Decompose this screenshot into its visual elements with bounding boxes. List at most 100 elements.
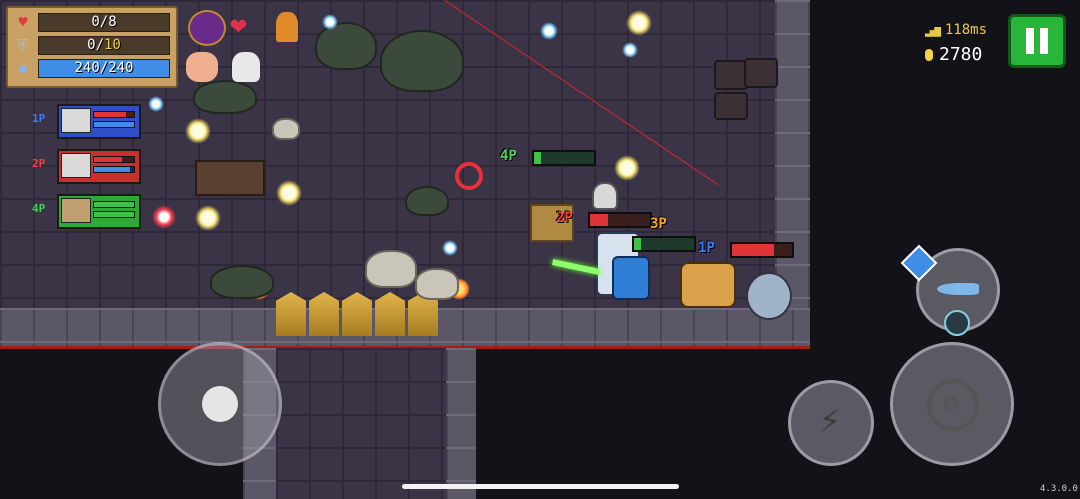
ice-companion bbox=[612, 256, 650, 300]
skull-pile bbox=[415, 268, 459, 300]
player-card bbox=[57, 149, 141, 184]
cat-pet bbox=[680, 262, 736, 308]
ice-bullet bbox=[622, 42, 638, 58]
hp-bar: 0/8 bbox=[38, 13, 170, 32]
ice-bullet bbox=[322, 14, 338, 30]
player-card bbox=[57, 104, 141, 139]
helmet-buff-icon bbox=[276, 12, 298, 42]
movement-joystick[interactable] bbox=[158, 342, 282, 466]
world-hp-1p-fill bbox=[732, 244, 774, 256]
pause-icon bbox=[1026, 28, 1034, 54]
ice-bullet bbox=[148, 96, 164, 112]
world-hp-3p bbox=[632, 236, 696, 252]
red-bullet bbox=[152, 205, 176, 229]
armor-bar: 0/10 bbox=[38, 36, 170, 55]
armor-row: ⛨ 0/10 bbox=[14, 36, 170, 55]
player-tag: 1P bbox=[32, 112, 46, 125]
ping-text: 118ms bbox=[944, 22, 988, 38]
player-hp-bar bbox=[93, 201, 135, 208]
skill-button[interactable]: ⚡ bbox=[788, 380, 874, 466]
hp-text: 0/8 bbox=[91, 14, 117, 30]
version-label: 4.3.0.0 bbox=[1040, 484, 1078, 494]
energy-bullet bbox=[276, 180, 302, 206]
world-hp-4p-fill bbox=[534, 152, 542, 164]
player-energy-bar bbox=[93, 166, 135, 173]
player-portrait bbox=[61, 108, 91, 133]
dead-bush bbox=[315, 22, 377, 70]
dead-bush bbox=[405, 186, 449, 216]
player-energy-bar bbox=[93, 121, 135, 128]
player-hp-fill bbox=[94, 202, 134, 207]
player-hp-fill bbox=[94, 112, 126, 117]
enemy-goblin bbox=[714, 60, 748, 90]
player-1p-character bbox=[746, 272, 792, 320]
player-hp-bar bbox=[93, 111, 135, 118]
secondary-weapon-icon[interactable] bbox=[944, 310, 970, 336]
enemy-goblin bbox=[744, 58, 778, 88]
world-label-1p: 1P bbox=[698, 240, 715, 256]
target-reticle bbox=[455, 162, 483, 190]
buffs: ❤ bbox=[180, 6, 300, 86]
player-tag: 2P bbox=[32, 157, 46, 170]
heart-icon: ♥ bbox=[18, 13, 28, 31]
player-hp-bar bbox=[93, 156, 135, 163]
coin-count: 2780 bbox=[939, 44, 983, 65]
energy-crystal-icon: ◆ bbox=[18, 59, 28, 77]
spike bbox=[375, 292, 405, 336]
spirit-buff-icon bbox=[232, 52, 260, 82]
fish-weapon-icon bbox=[937, 283, 979, 295]
armor-max: 10 bbox=[104, 37, 121, 53]
player-tag: 4P bbox=[32, 202, 46, 215]
player-hp-fill bbox=[94, 157, 122, 162]
home-indicator[interactable] bbox=[402, 484, 679, 489]
dead-bush bbox=[210, 265, 274, 299]
energy-bullet bbox=[626, 10, 652, 36]
skull-pile bbox=[365, 250, 417, 288]
crosshair-dot bbox=[944, 396, 958, 410]
energy-bullet bbox=[195, 205, 221, 231]
energy-bullet bbox=[614, 155, 640, 181]
world-hp-1p bbox=[730, 242, 794, 258]
player-energy-fill bbox=[94, 212, 134, 217]
energy-row: ◆ 240/240 bbox=[14, 59, 170, 78]
energy-bar: 240/240 bbox=[38, 59, 170, 78]
world-hp-4p bbox=[532, 150, 596, 166]
spike bbox=[342, 292, 372, 336]
ice-bullet bbox=[540, 22, 558, 40]
energy-text: 240/240 bbox=[74, 60, 134, 76]
skull-pile bbox=[272, 118, 300, 140]
player-list: 1P 2P 4P bbox=[0, 104, 150, 234]
lightning-icon: ⚡ bbox=[819, 400, 841, 441]
armor-current: 0 bbox=[87, 37, 96, 53]
muscle-buff-icon bbox=[186, 52, 218, 82]
player-energy-fill bbox=[94, 122, 134, 127]
pause-icon-bar bbox=[1040, 28, 1048, 54]
energy-bullet bbox=[185, 118, 211, 144]
world-label-3p: 3P bbox=[650, 216, 667, 232]
corridor-floor bbox=[276, 348, 446, 499]
world-label-4p: 4P bbox=[500, 148, 517, 164]
dead-bush bbox=[380, 30, 464, 92]
joystick-knob[interactable] bbox=[202, 386, 238, 422]
attack-button[interactable] bbox=[890, 342, 1014, 466]
corridor-wall-right bbox=[446, 348, 476, 499]
world-hp-2p-fill bbox=[590, 214, 608, 226]
shield-icon: ⛨ bbox=[17, 36, 29, 54]
ghost-companion bbox=[592, 182, 618, 210]
player-portrait bbox=[61, 153, 91, 178]
player-energy-fill bbox=[94, 167, 130, 172]
pause-button[interactable] bbox=[1008, 14, 1066, 68]
signal-icon: ▂▄▆ bbox=[925, 23, 941, 37]
armor-text: 0/10 bbox=[87, 37, 121, 53]
world-label-2p: 2P bbox=[556, 210, 573, 226]
network-status: ▂▄▆ 118ms bbox=[925, 22, 987, 38]
enemy-goblin bbox=[714, 92, 748, 120]
world-hp-2p bbox=[588, 212, 652, 228]
wooden-barricade bbox=[195, 160, 265, 196]
hp-row: ♥ 0/8 bbox=[14, 13, 170, 32]
player-card bbox=[57, 194, 141, 229]
ice-bullet bbox=[442, 240, 458, 256]
spike bbox=[309, 292, 339, 336]
world-hp-3p-fill bbox=[634, 238, 642, 250]
coin-icon bbox=[925, 48, 933, 61]
